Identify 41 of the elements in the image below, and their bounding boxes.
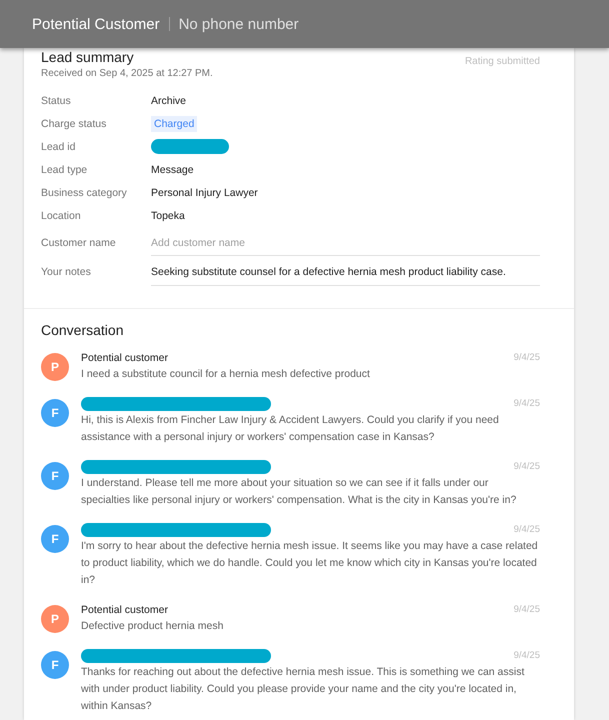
section-title: Conversation: [41, 321, 124, 339]
field-label: Business category: [41, 186, 128, 198]
header-subtitle: No phone number: [178, 16, 299, 32]
message-date: 9/4/25: [514, 604, 540, 615]
field-label: Your notes: [41, 265, 92, 278]
field-label: Lead type: [41, 164, 88, 176]
message-text: I need a substitute council for a hernia mesh defective product: [81, 367, 371, 382]
message-text: I'm sorry to hear about the defective hernia mesh issue. It seems like you may have a case related to product liability, which we do handle. Could you let me know which city in Kansas you're located in?: [81, 539, 539, 588]
avatar: F: [41, 462, 69, 490]
sender-name: Potential customer: [81, 352, 168, 364]
avatar: F: [41, 525, 69, 553]
header-title: Potential Customer: [32, 16, 160, 32]
field-label: Customer name: [41, 236, 117, 249]
customer-name-field[interactable]: Add customer name: [151, 235, 540, 256]
field-value: Personal Injury Lawyer: [151, 186, 258, 198]
avatar: P: [41, 605, 69, 633]
field-label: Status: [41, 94, 72, 106]
notes-field[interactable]: Seeking substitute counsel for a defective hernia mesh product liability case.: [151, 264, 540, 286]
message-text: Defective product hernia mesh: [81, 619, 224, 634]
received-date: Received on Sep 4, 2025 at 12:27 PM.: [41, 68, 213, 79]
message-date: 9/4/25: [514, 524, 540, 535]
avatar: F: [41, 651, 69, 679]
field-label: Charge status: [41, 118, 108, 130]
message-text: I understand. Please tell me more about your situation so we can see if it falls under our specialties like personal injury or workers' compensation. What is the city in Kansas you're in?: [81, 476, 518, 508]
sender-name: Potential customer: [81, 604, 168, 616]
message-date: 9/4/25: [514, 398, 540, 409]
message-text: Thanks for reaching out about the defective hernia mesh issue. This is something we can assist with under product liability. Could you please provide your name and the city you're located in, within Kansas?: [81, 665, 526, 714]
field-label: Location: [41, 210, 82, 222]
message-date: 9/4/25: [514, 461, 540, 472]
status-chip: Charged: [151, 116, 198, 132]
field-value: Message: [151, 164, 194, 176]
field-value: Archive: [151, 94, 186, 106]
message-text: Hi, this is Alexis from Fincher Law Injury & Accident Lawyers. Could you clarify if you need assistance with a personal injury or workers' compensation case in Kansas?: [81, 413, 500, 445]
rating-status: Rating submitted: [464, 56, 540, 67]
avatar: F: [41, 399, 69, 427]
field-value: Topeka: [151, 210, 185, 222]
message-date: 9/4/25: [514, 352, 540, 363]
message-date: 9/4/25: [514, 650, 540, 661]
section-title: Lead summary: [41, 48, 135, 66]
field-label: Lead id: [41, 140, 76, 152]
avatar: P: [41, 353, 69, 381]
